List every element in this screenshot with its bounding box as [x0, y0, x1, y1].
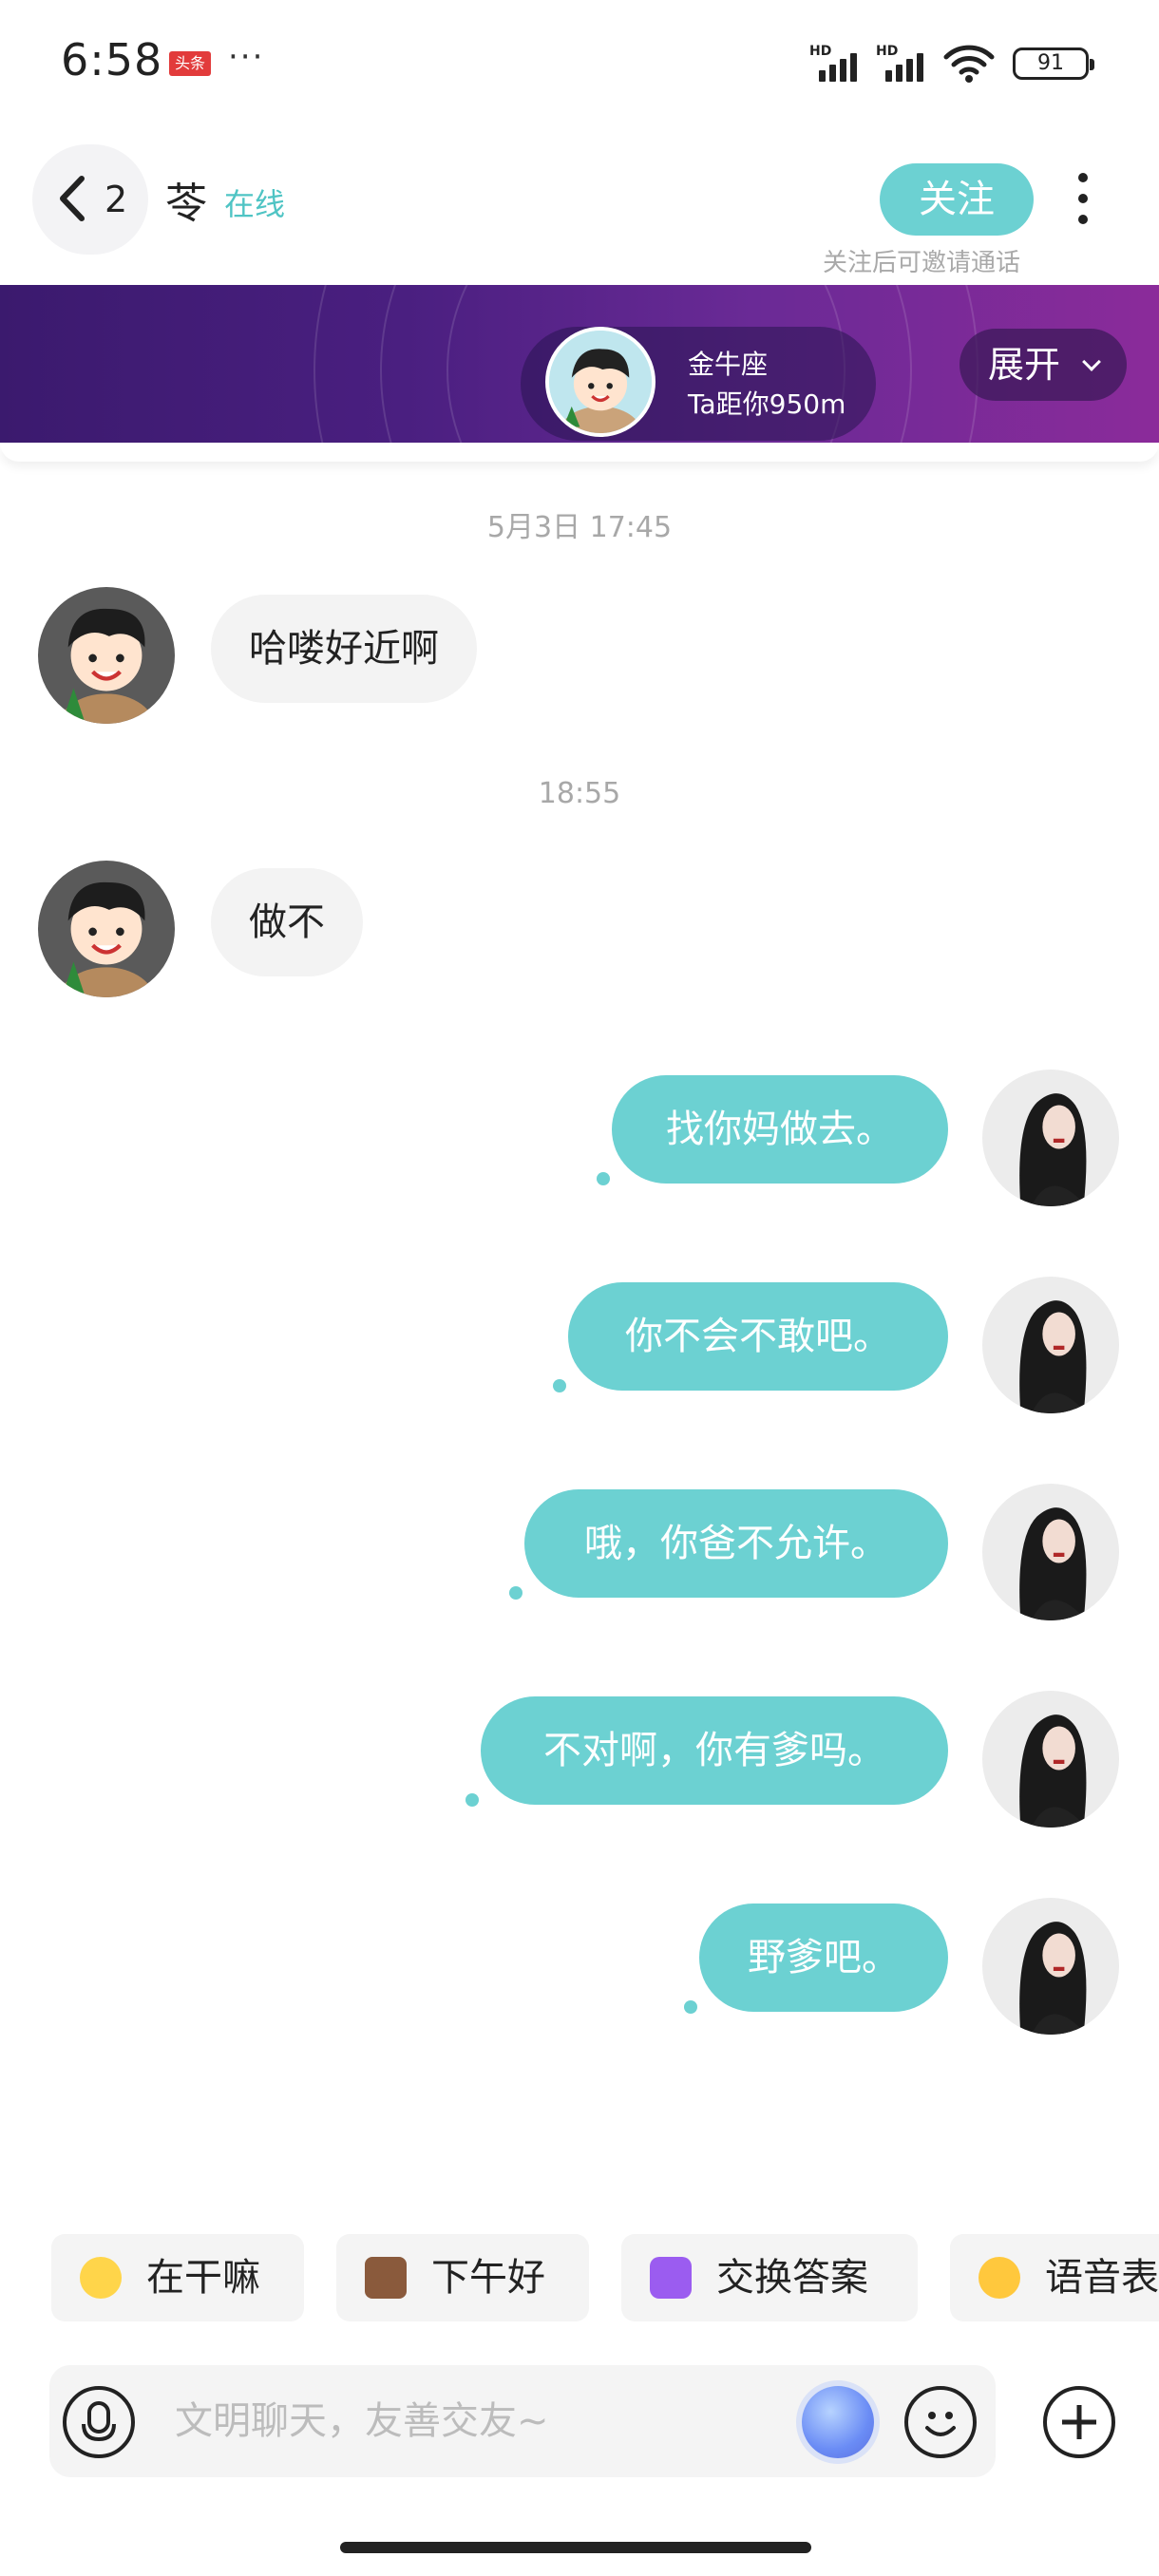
- message-timestamp: 18:55: [538, 777, 621, 810]
- my-avatar[interactable]: [982, 1691, 1119, 1828]
- status-bar: 6:58 头条 ··· HD HD 91: [0, 0, 1159, 123]
- cartoon-boy-avatar-icon: [549, 331, 652, 433]
- my-avatar[interactable]: [982, 1277, 1119, 1413]
- expand-button[interactable]: 展开: [960, 329, 1127, 401]
- zodiac-label: 金牛座: [688, 349, 769, 380]
- online-status: 在线: [224, 186, 286, 222]
- chevron-down-icon: [1082, 352, 1101, 371]
- cartoon-boy-avatar-icon: [38, 587, 175, 724]
- add-attachment-icon[interactable]: [1043, 2386, 1115, 2458]
- incoming-message-bubble[interactable]: 哈喽好近啊: [211, 595, 477, 703]
- outgoing-message-bubble[interactable]: 哦，你爸不允许。: [524, 1489, 948, 1598]
- cartoon-boy-avatar-icon: [38, 861, 175, 997]
- woman-portrait-avatar-icon: [982, 1484, 1119, 1620]
- contact-avatar-small[interactable]: [545, 327, 656, 437]
- my-avatar[interactable]: [982, 1070, 1119, 1206]
- ai-assistant-icon[interactable]: [802, 2386, 874, 2458]
- wifi-icon: [943, 45, 995, 83]
- quick-reply-chip[interactable]: 语音表: [950, 2234, 1159, 2321]
- bubble-tail: [466, 1793, 479, 1807]
- quick-reply-chip[interactable]: 在干嘛: [51, 2234, 304, 2321]
- exchange-icon: [650, 2257, 692, 2299]
- my-avatar[interactable]: [982, 1898, 1119, 2035]
- thinking-face-icon: [80, 2257, 122, 2299]
- contact-name[interactable]: 苓: [165, 169, 207, 230]
- emoji-icon[interactable]: [904, 2386, 977, 2458]
- outgoing-message-bubble[interactable]: 找你妈做去。: [612, 1075, 948, 1184]
- expand-label: 展开: [988, 344, 1061, 386]
- banner-bottom-edge: [0, 443, 1159, 462]
- woman-portrait-avatar-icon: [982, 1277, 1119, 1413]
- battery-icon: 91: [1013, 47, 1094, 80]
- quick-reply-chip[interactable]: 下午好: [336, 2234, 589, 2321]
- voice-input-icon[interactable]: [63, 2386, 135, 2458]
- profile-banner[interactable]: 金牛座 Ta距你950m 展开: [0, 285, 1159, 443]
- woman-portrait-avatar-icon: [982, 1898, 1119, 2035]
- follow-button[interactable]: 关注: [880, 163, 1034, 236]
- status-time: 6:58: [61, 34, 163, 85]
- outgoing-message-bubble[interactable]: 野爹吧。: [699, 1904, 948, 2012]
- bubble-tail: [509, 1586, 522, 1600]
- unread-count: 2: [104, 179, 128, 220]
- follow-hint: 关注后可邀请通话: [823, 249, 1021, 277]
- message-timestamp: 5月3日 17:45: [486, 511, 673, 544]
- my-avatar[interactable]: [982, 1484, 1119, 1620]
- woman-portrait-avatar-icon: [982, 1691, 1119, 1828]
- smiling-face-icon: [978, 2257, 1020, 2299]
- signal-hd-icon-2: HD: [876, 44, 935, 82]
- signal-hd-icon-1: HD: [809, 44, 868, 82]
- chat-screen: 6:58 头条 ··· HD HD 91 2 苓 在线 关注 关注后可邀请通话: [0, 0, 1159, 2576]
- outgoing-message-bubble[interactable]: 不对啊，你有爹吗。: [481, 1696, 948, 1805]
- bubble-tail: [553, 1379, 566, 1392]
- bubble-tail: [597, 1172, 610, 1185]
- woman-portrait-avatar-icon: [982, 1070, 1119, 1206]
- distance-label: Ta距你950m: [688, 388, 846, 420]
- more-options-icon[interactable]: [1066, 173, 1100, 230]
- incoming-avatar[interactable]: [38, 587, 175, 724]
- back-button[interactable]: 2: [32, 144, 148, 255]
- message-input[interactable]: [175, 2388, 802, 2454]
- incoming-avatar[interactable]: [38, 861, 175, 997]
- home-indicator[interactable]: [340, 2542, 811, 2553]
- quick-reply-bar: 在干嘛 下午好 交换答案 语音表: [0, 2234, 1159, 2321]
- bubble-tail: [684, 2000, 697, 2014]
- news-app-badge: 头条: [169, 51, 211, 76]
- more-notifications-icon: ···: [228, 38, 265, 76]
- message-input-bar: [49, 2365, 996, 2477]
- quick-reply-chip[interactable]: 交换答案: [621, 2234, 918, 2321]
- incoming-message-bubble[interactable]: 做不: [211, 868, 363, 976]
- chevron-left-icon: [60, 176, 85, 221]
- coffee-cup-icon: [365, 2257, 407, 2299]
- outgoing-message-bubble[interactable]: 你不会不敢吧。: [568, 1282, 948, 1391]
